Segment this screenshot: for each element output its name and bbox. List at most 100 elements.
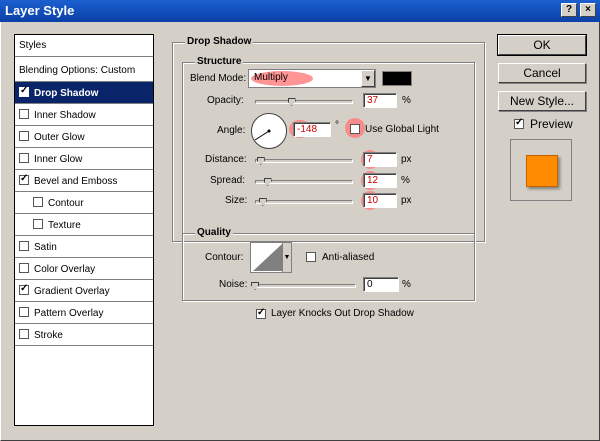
contour-picker[interactable]: ▼ [250,242,292,273]
knockout-label: Layer Knocks Out Drop Shadow [271,308,414,319]
angle-value: -148 [297,124,318,135]
noise-slider[interactable] [251,282,356,290]
style-item-drop-shadow[interactable]: Drop Shadow [15,82,153,104]
opacity-unit: % [402,95,411,106]
style-item-satin[interactable]: Satin [15,236,153,258]
style-item-label: Bevel and Emboss [34,176,118,187]
distance-unit: px [401,154,412,165]
noise-unit: % [402,279,411,290]
global-light-label: Use Global Light [365,124,439,135]
angle-dial[interactable] [251,113,287,149]
size-label: Size: [225,195,248,206]
distance-value: 7 [367,154,373,165]
noise-label: Noise: [219,279,248,290]
spread-value: 12 [367,175,379,186]
distance-label: Distance: [205,154,247,165]
anti-aliased-label: Anti-aliased [322,252,375,263]
style-item-inner-shadow[interactable]: Inner Shadow [15,104,153,126]
style-item-label: Pattern Overlay [34,308,104,319]
style-checkbox[interactable] [19,173,29,185]
close-button[interactable]: × [580,3,596,17]
ok-button[interactable]: OK [497,34,587,56]
angle-unit: ° [335,120,339,131]
size-value: 10 [367,195,379,206]
blending-options-item[interactable]: Blending Options: Custom [15,60,153,82]
drop-shadow-title: Drop Shadow [185,36,254,47]
ok-button-label: OK [533,38,551,52]
quality-group [182,233,475,301]
style-item-texture[interactable]: Texture [15,214,153,236]
opacity-slider[interactable] [255,98,353,106]
preview-swatch [526,155,558,187]
style-checkbox[interactable] [19,263,29,273]
style-checkbox[interactable] [19,131,29,141]
quality-title: Quality [195,227,233,238]
style-checkbox[interactable] [19,241,29,251]
angle-input[interactable]: -148 [293,122,331,137]
style-item-label: Contour [48,198,84,209]
style-checkbox[interactable] [19,307,29,317]
style-item-inner-glow[interactable]: Inner Glow [15,148,153,170]
shadow-color-swatch[interactable] [382,71,412,86]
contour-label: Contour: [205,252,244,263]
style-checkbox[interactable] [19,153,29,163]
style-item-contour[interactable]: Contour [15,192,153,214]
style-item-stroke[interactable]: Stroke [15,324,153,346]
opacity-value: 37 [367,95,379,106]
styles-list: Styles Blending Options: Custom Drop Sha… [14,34,154,426]
blend-mode-label: Blend Mode: [190,73,247,84]
style-checkbox[interactable] [19,109,29,119]
cancel-button-label: Cancel [523,66,561,80]
help-button[interactable]: ? [561,3,577,17]
styles-header-label: Styles [19,40,47,51]
spread-slider[interactable] [255,178,353,186]
spread-unit: % [401,175,410,186]
style-checkbox[interactable] [19,329,29,339]
knockout-checkbox[interactable] [256,307,266,319]
style-checkbox[interactable] [33,197,43,207]
style-item-label: Satin [34,242,57,253]
size-input[interactable]: 10 [363,193,397,208]
preview-checkbox[interactable] [514,117,524,129]
distance-slider[interactable] [255,157,353,165]
blending-options-label: Blending Options: Custom [19,65,136,76]
style-item-gradient-overlay[interactable]: Gradient Overlay [15,280,153,302]
noise-input[interactable]: 0 [363,277,399,292]
opacity-input[interactable]: 37 [363,93,397,108]
new-style-button-label: New Style... [509,94,575,108]
style-item-label: Inner Glow [34,154,83,165]
chevron-down-icon[interactable]: ▼ [282,243,291,272]
style-item-color-overlay[interactable]: Color Overlay [15,258,153,280]
blend-mode-select[interactable]: Multiply ▼ [248,69,376,88]
styles-header[interactable]: Styles [15,35,153,57]
style-item-bevel-and-emboss[interactable]: Bevel and Emboss [15,170,153,192]
size-unit: px [401,195,412,206]
angle-label: Angle: [217,125,246,136]
angle-dial-needle [254,129,271,141]
global-light-checkbox[interactable] [350,124,360,134]
preview-thumbnail [510,139,572,201]
new-style-button[interactable]: New Style... [498,91,586,111]
cancel-button[interactable]: Cancel [498,63,586,83]
anti-aliased-checkbox[interactable] [306,252,316,262]
contour-preview-icon [253,244,282,271]
style-item-label: Drop Shadow [34,88,99,99]
style-item-label: Stroke [34,330,63,341]
opacity-label: Opacity: [207,95,244,106]
chevron-down-icon[interactable]: ▼ [361,70,375,87]
size-slider[interactable] [255,198,353,206]
style-item-label: Inner Shadow [34,110,96,121]
spread-input[interactable]: 12 [363,173,397,188]
title-bar: Layer Style ? × [0,0,600,22]
distance-input[interactable]: 7 [363,152,397,167]
style-item-pattern-overlay[interactable]: Pattern Overlay [15,302,153,324]
style-item-outer-glow[interactable]: Outer Glow [15,126,153,148]
style-checkbox[interactable] [33,219,43,229]
noise-value: 0 [367,279,373,290]
style-item-label: Gradient Overlay [34,286,110,297]
window-title: Layer Style [5,3,75,18]
style-checkbox[interactable] [19,85,29,97]
style-checkbox[interactable] [19,283,29,295]
style-item-label: Outer Glow [34,132,85,143]
style-item-label: Color Overlay [34,264,96,275]
